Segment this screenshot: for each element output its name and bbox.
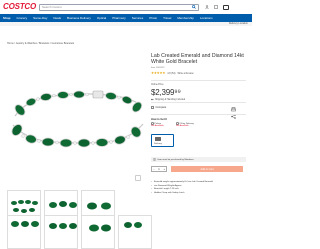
compare-checkbox[interactable]: Compare <box>151 106 166 109</box>
plus-icon[interactable]: + <box>163 168 165 171</box>
divider <box>151 102 246 103</box>
product-price: $2,399⁹⁹ <box>151 88 181 97</box>
divider <box>151 80 246 81</box>
option-status: Not Available <box>151 125 164 128</box>
item-number: Item 1462023 <box>151 67 165 69</box>
gallery-image-3[interactable] <box>81 215 115 249</box>
compare-label: Compare <box>155 106 167 109</box>
print-icon[interactable] <box>231 107 236 112</box>
divider <box>151 114 246 115</box>
purchase-row: − 1 + Add to Cart <box>151 166 243 172</box>
info-icon <box>153 158 156 161</box>
gallery-bracelet-image <box>89 224 111 232</box>
location-strip: Delivery Location <box>0 22 252 26</box>
nav-item-optical[interactable]: Optical <box>97 16 106 20</box>
gallery-bracelet-image <box>49 223 77 229</box>
account-icon <box>205 4 209 9</box>
site-header: COSTCO Search Costco <box>0 0 252 14</box>
breadcrumb[interactable]: Home / Jewelry & Watches / Bracelets / G… <box>7 42 74 45</box>
star-rating-icon: ★★★★★ <box>151 71 166 75</box>
nav-item-locations[interactable]: Locations <box>200 16 213 20</box>
nav-item-same-day[interactable]: Same-Day <box>33 16 47 20</box>
rating[interactable]: ★★★★★ 4.8 (54) Write a Review <box>151 71 193 75</box>
costco-logo[interactable]: COSTCO <box>3 2 37 11</box>
nav-item-travel[interactable]: Travel <box>163 16 171 20</box>
shipping-info: Shipping & Handling Included <box>151 98 185 101</box>
gallery-image-2[interactable] <box>44 215 78 249</box>
member-notice: Item must be purchased by Members. <box>151 157 246 162</box>
zoom-icon[interactable] <box>135 175 141 181</box>
nav-item-services[interactable]: Services <box>132 16 144 20</box>
delivery-location-link[interactable]: Delivery Location <box>229 22 248 26</box>
product-title: Lab Created Emerald and Diamond 14kt Whi… <box>151 53 244 66</box>
product-main-image[interactable] <box>7 50 147 185</box>
delivery-label: Delivery <box>154 143 162 145</box>
rating-count: 4.8 (54) <box>167 71 176 75</box>
nav-item-photo[interactable]: Photo <box>149 16 157 20</box>
option-status: Not Available <box>176 125 189 128</box>
option-pickup[interactable]: Pickup Not Available <box>151 122 173 128</box>
nav-item-grocery[interactable]: Grocery <box>17 16 28 20</box>
search-placeholder: Search Costco <box>42 5 62 9</box>
feature-item: Hidden Clasp with Safety Latch <box>151 192 213 196</box>
truck-icon <box>155 137 161 141</box>
fulfillment-options: Pickup Not Available 2-Day Delivery Not … <box>151 122 198 128</box>
shipping-text: Shipping & Handling Included <box>155 98 186 101</box>
orders-link[interactable] <box>214 4 218 10</box>
search-icon[interactable] <box>190 5 198 10</box>
bracelet-top-row <box>14 90 143 117</box>
gallery-image-4[interactable] <box>118 215 152 249</box>
gallery-bracelet-image <box>11 221 39 227</box>
nav-item-deals[interactable]: Deals <box>53 16 61 20</box>
nav-item-pharmacy[interactable]: Pharmacy <box>112 16 126 20</box>
bracelet-image <box>11 90 144 148</box>
bracelet-bottom-row <box>11 123 144 148</box>
header-links <box>205 4 229 10</box>
quantity-value: 1 <box>158 167 160 171</box>
write-review-link[interactable]: Write a Review <box>177 72 193 75</box>
option-2day[interactable]: 2-Day Delivery Not Available <box>176 122 198 128</box>
sign-in-link[interactable] <box>205 4 209 10</box>
gallery-bracelet-image <box>124 222 142 228</box>
nav-item-business-delivery[interactable]: Business Delivery <box>67 16 91 20</box>
how-to-get-heading: How to Get It <box>151 118 167 121</box>
logo-text: COSTCO <box>3 2 37 11</box>
search-input[interactable]: Search Costco <box>39 3 199 11</box>
nav-item-shop[interactable]: Shop <box>3 16 11 20</box>
member-notice-text: Item must be purchased by Members. <box>157 158 195 161</box>
cart-icon[interactable] <box>223 4 229 10</box>
gallery-image-1[interactable] <box>7 215 41 249</box>
feature-list: Emerald weighs approximately 8.4 ctw Lab… <box>151 181 213 195</box>
share-icons <box>231 107 236 119</box>
minus-icon[interactable]: − <box>153 168 155 171</box>
nav-item-membership[interactable]: Membership <box>177 16 194 20</box>
checkbox[interactable] <box>151 106 154 109</box>
main-nav: Shop Grocery Same-Day Deals Business Del… <box>0 14 252 22</box>
quantity-stepper[interactable]: − 1 + <box>151 166 167 172</box>
orders-icon <box>214 4 218 9</box>
price-label: Online Price <box>151 84 164 86</box>
truck-icon <box>151 98 154 101</box>
option-delivery[interactable]: Delivery <box>151 134 174 147</box>
add-to-cart-button[interactable]: Add to Cart <box>171 166 243 172</box>
